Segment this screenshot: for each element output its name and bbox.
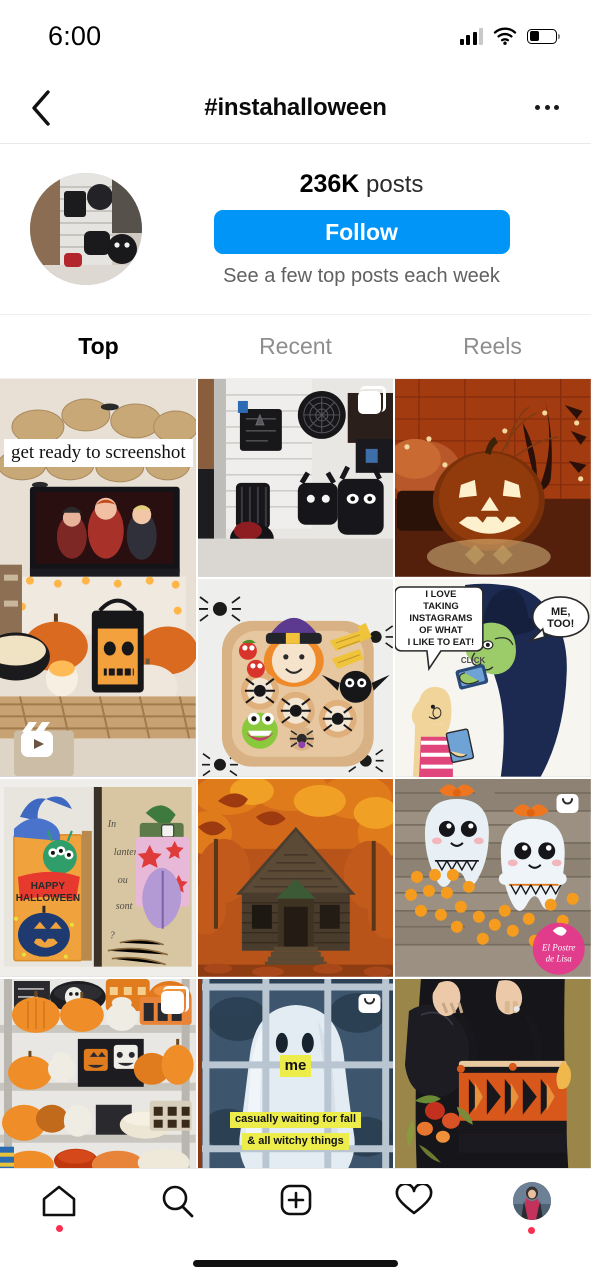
chevron-left-icon	[32, 89, 50, 126]
grid-post-bag-display[interactable]	[197, 379, 394, 577]
page-header: #instahalloween	[0, 72, 591, 144]
tab-recent[interactable]: Recent	[197, 315, 394, 378]
home-indicator-area	[0, 1246, 591, 1280]
profile-note: See a few top posts each week	[223, 265, 500, 287]
page-title: #instahalloween	[204, 93, 387, 121]
watermark: El Postre de Lisa	[533, 922, 585, 975]
grid-post-ghost-window[interactable]: me casually waiting for fall & all witch…	[197, 979, 394, 1168]
post-count-label: posts	[366, 171, 424, 198]
grid-post-witch-cartoon[interactable]: I LOVE TAKING INSTAGRAMS OF WHAT I LIKE …	[395, 579, 591, 777]
profile-avatar	[512, 1181, 551, 1220]
profile-badge-dot	[528, 1226, 536, 1234]
meme-text-line3: & all witchy things	[242, 1133, 349, 1150]
post-image	[395, 379, 591, 577]
post-overlay-text: get ready to screenshot	[4, 439, 193, 467]
shopping-bag-icon	[357, 989, 382, 1014]
svg-text:?: ?	[110, 931, 115, 942]
svg-text:de Lisa: de Lisa	[546, 954, 573, 964]
svg-text:HALLOWEEN: HALLOWEEN	[16, 893, 80, 904]
meme-text-line2: casually waiting for fall	[229, 1111, 362, 1129]
post-image	[395, 979, 591, 1168]
svg-text:OF WHAT: OF WHAT	[420, 625, 464, 636]
nav-activity[interactable]	[355, 1183, 473, 1232]
heart-icon	[395, 1183, 433, 1214]
tab-reels[interactable]: Reels	[394, 315, 591, 378]
meme-text-line1: me	[279, 1055, 312, 1077]
svg-text:I LOVE: I LOVE	[426, 589, 457, 600]
hashtag-profile-section: 236K posts Follow See a few top posts ea…	[0, 144, 591, 315]
post-image	[197, 779, 394, 977]
grid-post-tote-bag[interactable]	[395, 979, 591, 1168]
grid-post-pumpkin-shelf[interactable]	[0, 979, 196, 1168]
avatar[interactable]	[30, 173, 142, 285]
profile-info: 236K posts Follow See a few top posts ea…	[158, 170, 565, 288]
svg-text:HAPPY: HAPPY	[31, 881, 66, 892]
nav-create[interactable]	[236, 1184, 354, 1232]
plus-square-icon	[280, 1184, 311, 1215]
svg-text:TAKING: TAKING	[423, 601, 459, 612]
status-bar: 6:00	[0, 0, 591, 72]
bottom-navigation	[0, 1168, 591, 1246]
nav-search[interactable]	[118, 1184, 236, 1232]
svg-text:sont: sont	[116, 901, 133, 912]
nav-home[interactable]	[0, 1184, 118, 1232]
svg-text:INSTAGRAMS: INSTAGRAMS	[410, 613, 473, 624]
post-count-line: 236K posts	[300, 170, 424, 199]
home-badge-dot	[55, 1224, 63, 1232]
carousel-icon	[358, 386, 387, 414]
grid-post-jack-o-lantern[interactable]	[395, 379, 591, 577]
grid-post-reel-screenshot[interactable]: get ready to screenshot	[0, 379, 196, 777]
shopping-bag-icon	[555, 789, 580, 814]
back-button[interactable]	[12, 72, 70, 143]
follow-button[interactable]: Follow	[213, 210, 510, 254]
svg-text:ou: ou	[118, 875, 128, 886]
grid-post-witch-food-platter[interactable]	[197, 579, 394, 777]
svg-text:In: In	[107, 819, 116, 830]
battery-icon	[527, 28, 560, 44]
svg-text:El Postre: El Postre	[541, 943, 575, 953]
svg-text:ME,: ME,	[551, 606, 571, 618]
svg-text:TOO!: TOO!	[547, 618, 574, 630]
tab-top[interactable]: Top	[0, 315, 197, 378]
grid-post-ghost-cookies[interactable]: El Postre de Lisa	[395, 779, 591, 977]
home-icon	[42, 1185, 76, 1216]
post-count: 236K	[299, 170, 360, 198]
search-icon	[162, 1185, 194, 1217]
grid-post-craft-book[interactable]: HAPPY HALLOWEEN In lantern, ou sont ?	[0, 779, 196, 977]
post-image: I LOVE TAKING INSTAGRAMS OF WHAT I LIKE …	[395, 579, 591, 777]
battery-level	[529, 31, 540, 41]
status-time: 6:00	[48, 20, 102, 51]
signal-bars-icon	[459, 27, 483, 45]
wifi-icon	[493, 27, 517, 45]
carousel-icon	[160, 986, 189, 1014]
nav-profile[interactable]	[473, 1181, 591, 1234]
instagram-hashtag-screen: 6:00 #instahalloween 236K posts Follow S…	[0, 0, 591, 1280]
reels-icon	[16, 719, 58, 761]
status-indicators	[459, 27, 560, 45]
svg-text:CLICK: CLICK	[461, 656, 486, 665]
grid-post-autumn-cabin[interactable]	[197, 779, 394, 977]
hashtag-avatar-image	[30, 173, 142, 285]
post-image	[197, 579, 394, 777]
home-indicator-bar[interactable]	[193, 1259, 398, 1267]
svg-text:I LIKE TO EAT!: I LIKE TO EAT!	[408, 637, 474, 648]
content-tabs: Top Recent Reels	[0, 315, 591, 379]
post-grid: get ready to screenshot I LOVE TAKING IN…	[0, 379, 591, 1168]
more-options-icon[interactable]	[521, 72, 573, 143]
post-image: HAPPY HALLOWEEN In lantern, ou sont ?	[0, 779, 196, 977]
